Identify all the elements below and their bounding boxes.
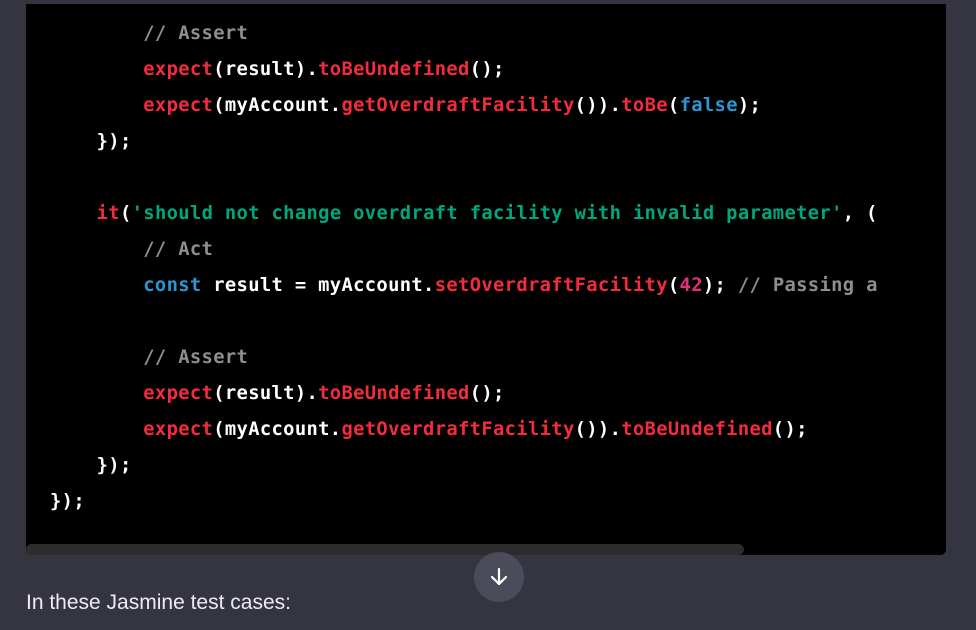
- code-token: 42: [679, 275, 703, 296]
- code-token: false: [679, 95, 738, 116]
- code-token: expect: [143, 95, 214, 116]
- code-token: (result).: [213, 59, 319, 80]
- code-token: (result).: [213, 383, 319, 404]
- code-token: (myAccount.: [213, 95, 342, 116]
- code-token: ()).: [574, 95, 622, 116]
- code-line: expect(myAccount.getOverdraftFacility())…: [50, 412, 808, 448]
- code-token: });: [50, 491, 85, 512]
- code-token: // Assert: [143, 347, 249, 368]
- code-token: getOverdraftFacility: [341, 95, 575, 116]
- code-line: });: [50, 484, 85, 520]
- code-line: expect(result).toBeUndefined();: [50, 52, 505, 88]
- code-line: // Assert: [50, 16, 248, 52]
- code-line: });: [50, 124, 132, 160]
- code-token: ();: [469, 59, 505, 80]
- code-token: toBe: [621, 95, 668, 116]
- code-token: ();: [469, 383, 505, 404]
- assistant-message-text: In these Jasmine test cases:: [26, 591, 291, 614]
- code-token: (myAccount.: [213, 419, 342, 440]
- code-token: ()).: [574, 419, 622, 440]
- code-token: const: [143, 275, 202, 296]
- code-token: expect: [143, 383, 214, 404]
- code-token: ();: [772, 419, 808, 440]
- code-line: // Assert: [50, 340, 248, 376]
- code-token: , (: [842, 203, 878, 224]
- code-token: (: [667, 95, 680, 116]
- code-token: toBeUndefined: [318, 59, 470, 80]
- code-token: // Assert: [143, 23, 249, 44]
- code-token: );: [737, 95, 762, 116]
- code-token: });: [50, 131, 132, 152]
- code-line: expect(myAccount.getOverdraftFacility())…: [50, 88, 761, 124]
- code-token: (: [667, 275, 680, 296]
- code-token: getOverdraftFacility: [341, 419, 575, 440]
- code-block: // Assert expect(result).toBeUndefined()…: [26, 4, 946, 555]
- code-token: 'should not change overdraft facility wi…: [131, 203, 843, 224]
- code-line: it('should not change overdraft facility…: [50, 196, 878, 232]
- code-line: expect(result).toBeUndefined();: [50, 376, 505, 412]
- code-line: // Act: [50, 232, 213, 268]
- code-token: // Passing a: [737, 275, 878, 296]
- code-token: // Act: [143, 239, 214, 260]
- horizontal-scrollbar[interactable]: [26, 544, 946, 555]
- code-token: setOverdraftFacility: [434, 275, 668, 296]
- code-token: result = myAccount.: [201, 275, 435, 296]
- code-token: toBeUndefined: [621, 419, 773, 440]
- code-token: (: [119, 203, 132, 224]
- code-token: expect: [143, 419, 214, 440]
- code-line: const result = myAccount.setOverdraftFac…: [50, 268, 878, 304]
- code-token: toBeUndefined: [318, 383, 470, 404]
- scrollbar-thumb[interactable]: [26, 544, 744, 555]
- code-token: });: [50, 455, 132, 476]
- code-line: });: [50, 448, 132, 484]
- code-token: it: [96, 203, 120, 224]
- scroll-to-bottom-button[interactable]: [474, 552, 524, 602]
- arrow-down-icon: [488, 566, 510, 588]
- code-token: expect: [143, 59, 214, 80]
- code-token: );: [702, 275, 738, 296]
